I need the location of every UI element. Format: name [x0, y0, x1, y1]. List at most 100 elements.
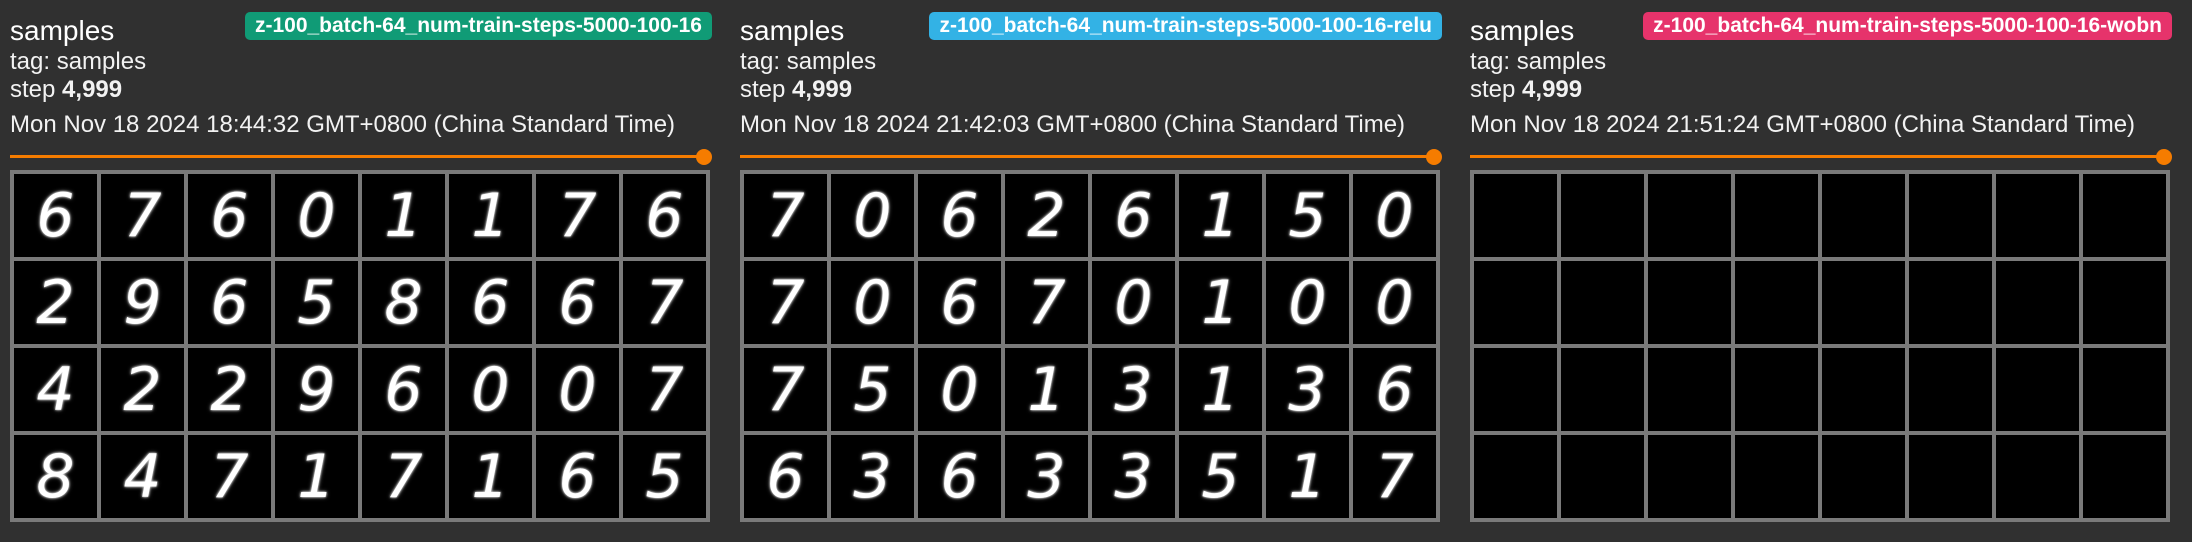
sample-image: 0 [831, 174, 914, 257]
sample-image [1822, 435, 1905, 518]
samples-image-grid[interactable]: 70626150706701007501313663633517 [740, 170, 1440, 522]
step-label: step [10, 76, 56, 103]
sample-image: 3 [1266, 348, 1349, 431]
sample-image [2083, 435, 2166, 518]
sample-digit: 5 [297, 267, 336, 338]
sample-digit: 5 [853, 354, 892, 425]
step-slider[interactable] [10, 149, 712, 165]
run-name-chip[interactable]: z-100_batch-64_num-train-steps-5000-100-… [1643, 12, 2172, 40]
step-value: 4,999 [1522, 76, 1583, 103]
sample-digit: 5 [1288, 180, 1327, 251]
sample-image: 6 [1353, 348, 1436, 431]
sample-digit: 1 [471, 441, 510, 512]
sample-image [1996, 348, 2079, 431]
sample-digit: 8 [384, 267, 423, 338]
sample-digit: 5 [1201, 441, 1240, 512]
slider-thumb[interactable] [696, 149, 712, 165]
sample-image: 0 [449, 348, 532, 431]
sample-image: 0 [536, 348, 619, 431]
sample-image: 6 [918, 261, 1001, 344]
sample-digit: 6 [210, 180, 249, 251]
sample-image: 6 [536, 261, 619, 344]
sample-image: 1 [1179, 348, 1262, 431]
wall-time: Mon Nov 18 2024 18:44:32 GMT+0800 (China… [10, 111, 676, 138]
sample-image: 2 [1005, 174, 1088, 257]
sample-image: 6 [188, 174, 271, 257]
card-run-1: samples z-100_batch-64_num-train-steps-5… [0, 0, 712, 542]
sample-image: 4 [101, 435, 184, 518]
sample-image [1909, 348, 1992, 431]
sample-image: 8 [14, 435, 97, 518]
sample-image [1648, 261, 1731, 344]
sample-image [1474, 435, 1557, 518]
sample-image: 8 [362, 261, 445, 344]
sample-digit: 7 [645, 267, 684, 338]
sample-image: 4 [14, 348, 97, 431]
sample-image: 7 [744, 174, 827, 257]
sample-image [1996, 435, 2079, 518]
sample-image: 5 [275, 261, 358, 344]
sample-digit: 0 [558, 354, 597, 425]
sample-digit: 0 [940, 354, 979, 425]
sample-image [1909, 435, 1992, 518]
sample-image: 0 [1353, 174, 1436, 257]
sample-digit: 7 [1027, 267, 1066, 338]
sample-image [1822, 261, 1905, 344]
sample-image: 6 [744, 435, 827, 518]
sample-digit: 2 [123, 354, 162, 425]
sample-digit: 4 [36, 354, 75, 425]
sample-digit: 3 [1027, 441, 1066, 512]
sample-image: 0 [918, 348, 1001, 431]
sample-digit: 9 [297, 354, 336, 425]
slider-thumb[interactable] [2156, 149, 2172, 165]
sample-image: 7 [623, 348, 706, 431]
sample-digit: 6 [36, 180, 75, 251]
sample-image: 0 [1092, 261, 1175, 344]
sample-image [1996, 174, 2079, 257]
sample-digit: 2 [36, 267, 75, 338]
sample-image: 6 [449, 261, 532, 344]
sample-digit: 1 [384, 180, 423, 251]
sample-image: 2 [101, 348, 184, 431]
sample-digit: 7 [766, 354, 805, 425]
run-name-chip[interactable]: z-100_batch-64_num-train-steps-5000-100-… [244, 12, 712, 40]
sample-image: 1 [1005, 348, 1088, 431]
sample-image: 5 [623, 435, 706, 518]
run-name-chip[interactable]: z-100_batch-64_num-train-steps-5000-100-… [929, 12, 1442, 40]
slider-thumb[interactable] [1426, 149, 1442, 165]
sample-digit: 7 [558, 180, 597, 251]
samples-image-grid[interactable] [1470, 170, 2170, 522]
samples-image-grid[interactable]: 67601176296586674229600784717165 [10, 170, 710, 522]
sample-image: 3 [1092, 435, 1175, 518]
step-slider[interactable] [1470, 149, 2172, 165]
sample-digit: 1 [1201, 354, 1240, 425]
sample-image: 1 [449, 174, 532, 257]
sample-digit: 7 [384, 441, 423, 512]
sample-digit: 4 [123, 441, 162, 512]
step-slider[interactable] [740, 149, 1442, 165]
sample-image [2083, 174, 2166, 257]
sample-image [1561, 174, 1644, 257]
sample-digit: 0 [1375, 267, 1414, 338]
sample-image [1735, 348, 1818, 431]
sample-image: 3 [831, 435, 914, 518]
sample-image [1735, 174, 1818, 257]
tag-label: tag: samples [1470, 48, 1607, 75]
sample-image: 2 [14, 261, 97, 344]
sample-image [1735, 435, 1818, 518]
slider-track [740, 155, 1434, 158]
sample-digit: 7 [1375, 441, 1414, 512]
sample-digit: 6 [766, 441, 805, 512]
sample-image: 7 [188, 435, 271, 518]
sample-image: 6 [623, 174, 706, 257]
sample-image: 0 [1353, 261, 1436, 344]
sample-image [1648, 435, 1731, 518]
sample-image [1996, 261, 2079, 344]
sample-image [2083, 348, 2166, 431]
card-title: samples [1470, 15, 1575, 46]
sample-image: 6 [536, 435, 619, 518]
sample-digit: 0 [471, 354, 510, 425]
sample-image: 1 [449, 435, 532, 518]
sample-image: 7 [101, 174, 184, 257]
sample-image [1648, 348, 1731, 431]
